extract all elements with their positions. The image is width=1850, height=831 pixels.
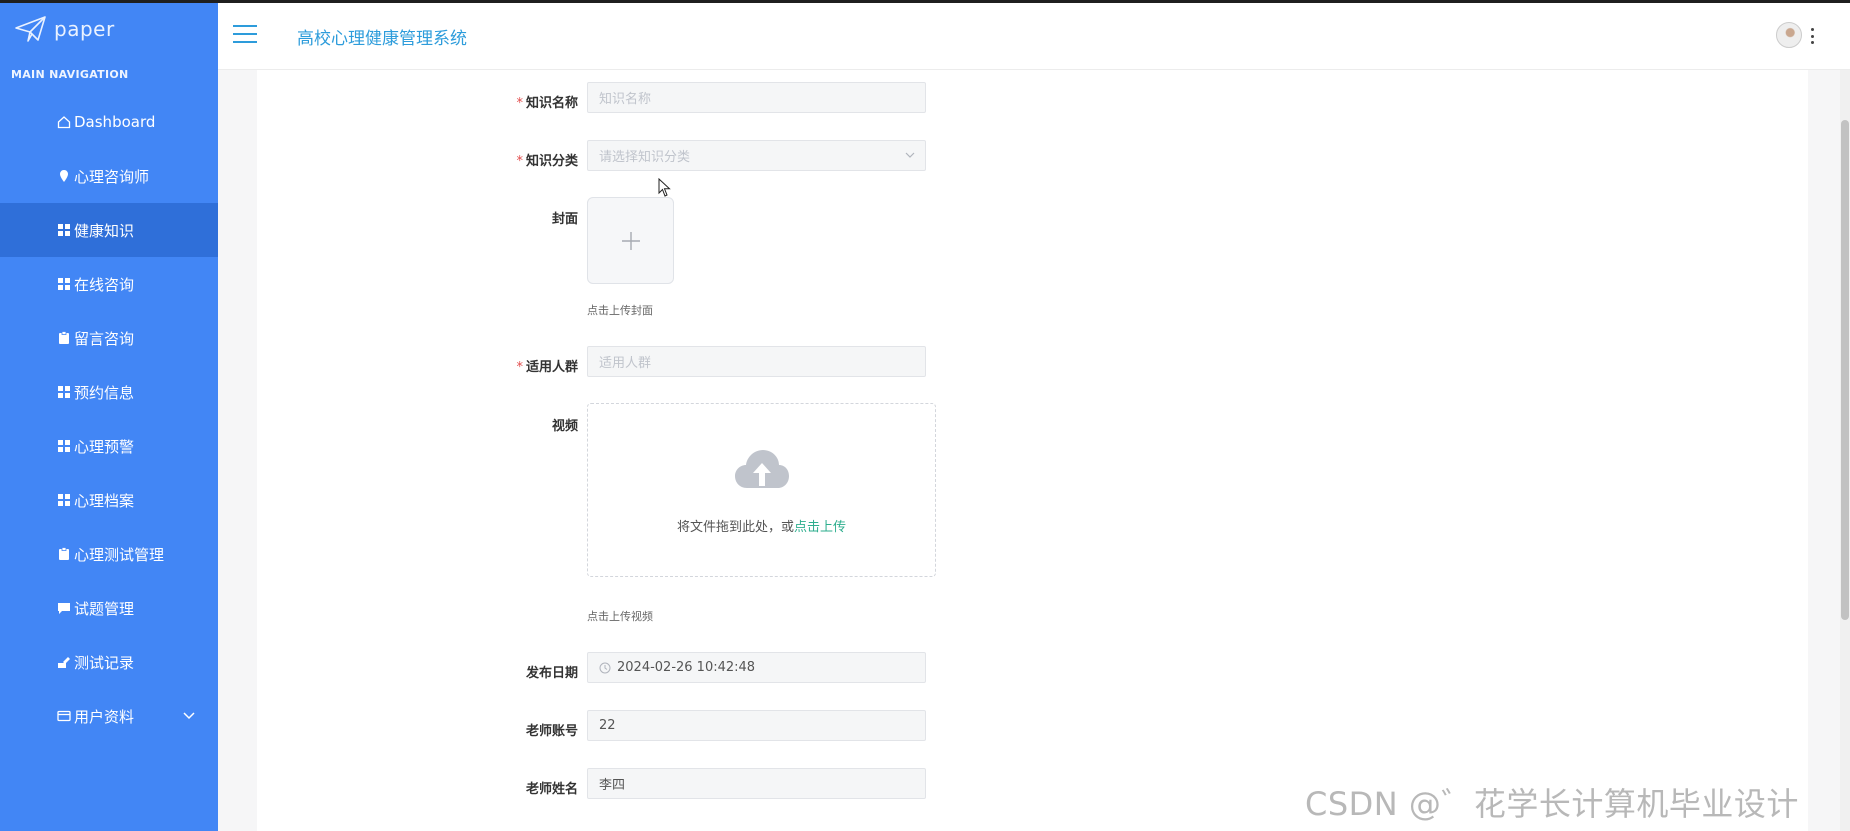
sidebar-item-dashboard[interactable]: Dashboard [0,95,218,149]
pin-icon [57,169,71,183]
sidebar-item-user-profile[interactable]: 用户资料 [0,689,218,743]
sidebar-item-label: 预约信息 [74,383,135,402]
sidebar-item-label: 留言咨询 [74,329,135,348]
home-icon [57,115,71,129]
audience-label-text: 适用人群 [525,360,578,375]
teacher-account-input[interactable]: 22 [587,710,926,741]
logo-text: paper [54,17,115,41]
scrollbar-thumb[interactable] [1841,120,1849,620]
grid-icon [57,277,71,291]
menu-toggle-icon[interactable] [233,25,257,43]
audience-input[interactable]: 适用人群 [587,346,926,377]
sidebar-item-health-knowledge[interactable]: 健康知识 [0,203,250,257]
app-root: paper MAIN NAVIGATION Dashboard 心理咨询师 健康… [0,0,1850,831]
paper-plane-icon [15,16,46,42]
knowledge-name-input[interactable]: 知识名称 [587,82,926,113]
video-label: 视频 [551,419,578,434]
sidebar-item-label: 健康知识 [74,221,135,240]
sidebar-item-counselor[interactable]: 心理咨询师 [0,149,218,203]
category-label: * 知识分类 [488,150,578,169]
grid-icon [57,439,71,453]
sidebar: paper MAIN NAVIGATION Dashboard 心理咨询师 健康… [0,0,250,831]
chevron-down-icon [905,152,915,158]
audience-label: * 适用人群 [488,356,578,375]
publish-date-label: 发布日期 [525,666,578,681]
grid-icon [57,223,71,237]
grid-icon [57,385,71,399]
send-icon [57,655,71,669]
sidebar-item-archive[interactable]: 心理档案 [0,473,218,527]
plus-icon [621,231,640,250]
teacher-account-label: 老师账号 [525,724,578,739]
nav-heading: MAIN NAVIGATION [11,68,129,81]
dropzone-hint: 将文件拖到此处，或 [676,520,794,535]
chat-icon [57,601,71,615]
sidebar-item-appointment[interactable]: 预约信息 [0,365,218,419]
logo[interactable]: paper [14,14,115,44]
sidebar-nav: Dashboard 心理咨询师 健康知识 在线咨询 留言咨询 预约信息 心理预警… [0,95,250,743]
watermark: CSDN @゛花学长计算机毕业设计 [1305,785,1799,823]
sidebar-item-label: 用户资料 [74,707,135,726]
video-dropzone[interactable]: 将文件拖到此处，或点击上传 [587,403,936,577]
sidebar-item-warning[interactable]: 心理预警 [0,419,218,473]
dropzone-text: 将文件拖到此处，或点击上传 [588,516,935,535]
category-label-text: 知识分类 [525,154,578,169]
name-label: * 知识名称 [488,92,578,111]
video-tip: 点击上传视频 [587,610,653,623]
clock-icon [599,662,611,673]
publish-date-input[interactable]: 2024-02-26 10:42:48 [587,652,926,683]
required-mark: * [516,360,523,375]
clipboard-icon [57,547,71,561]
card-icon [57,709,71,723]
sidebar-item-label: 在线咨询 [74,275,135,294]
chevron-down-icon[interactable] [182,708,196,722]
page-scrollbar[interactable] [1840,70,1850,831]
click-upload-link[interactable]: 点击上传 [794,520,846,535]
teacher-name-input[interactable]: 李四 [587,768,926,799]
system-title: 高校心理健康管理系统 [297,29,467,49]
publish-date-value: 2024-02-26 10:42:48 [617,660,756,675]
sidebar-item-label: 心理预警 [74,437,135,456]
category-select-placeholder: 请选择知识分类 [599,150,691,165]
sidebar-item-label: 测试记录 [74,653,135,672]
top-header: 高校心理健康管理系统 [218,0,1850,70]
cloud-upload-icon [735,450,789,488]
more-vertical-icon[interactable] [1811,28,1815,44]
required-mark: * [516,154,523,169]
sidebar-item-test-records[interactable]: 测试记录 [0,635,218,689]
sidebar-item-label: 心理档案 [74,491,135,510]
sidebar-item-test-management[interactable]: 心理测试管理 [0,527,218,581]
clipboard-icon [57,331,71,345]
required-mark: * [516,96,523,111]
mouse-cursor-icon [658,178,671,197]
sidebar-item-label: 心理测试管理 [74,545,165,564]
sidebar-item-question-management[interactable]: 试题管理 [0,581,218,635]
sidebar-item-label: 心理咨询师 [74,167,150,186]
sidebar-item-message-consult[interactable]: 留言咨询 [0,311,218,365]
category-select[interactable]: 请选择知识分类 [587,140,926,171]
name-label-text: 知识名称 [525,96,578,111]
sidebar-item-online-consult[interactable]: 在线咨询 [0,257,218,311]
teacher-name-label: 老师姓名 [525,782,578,797]
sidebar-item-label: 试题管理 [74,599,135,618]
grid-icon [57,493,71,507]
avatar[interactable] [1776,22,1802,48]
cover-label: 封面 [551,212,578,227]
form-card [257,70,1808,831]
sidebar-item-label: Dashboard [74,113,156,131]
cover-upload-button[interactable] [587,197,674,284]
window-top-border [0,0,1850,3]
cover-tip: 点击上传封面 [587,304,653,317]
